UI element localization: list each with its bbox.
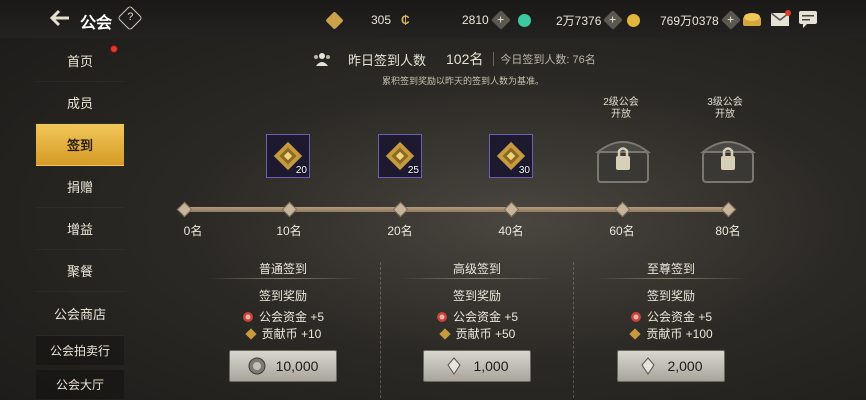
milestone-label: 0名 (183, 224, 203, 238)
resource-jade: 2万7376 + (556, 10, 641, 30)
sidebar-item-donate[interactable]: 捐赠 (36, 166, 124, 208)
sidebar-item-members[interactable]: 成员 (36, 82, 124, 124)
milestone-reward-2[interactable]: 25 (378, 134, 422, 178)
tier-reward-heading: 签到奖励 (452, 289, 501, 303)
locked-chest-icon (595, 141, 651, 183)
gold-coin-icon (627, 13, 641, 27)
notification-dot (110, 45, 118, 53)
silver-coin-icon (248, 357, 266, 375)
milestone-label: 80名 (715, 224, 741, 238)
milestone-node (176, 201, 193, 218)
supreme-checkin-button[interactable]: 2,000 (617, 350, 725, 382)
gold-emblem-icon (325, 10, 344, 30)
yesterday-label: 昨日签到人数 (348, 52, 427, 68)
checkin-progress-track (183, 207, 729, 212)
milestone-node (503, 201, 520, 218)
locked-chest-1[interactable] (592, 130, 654, 188)
milestone-label: 20名 (387, 224, 413, 238)
reward-contribution: 贡献币 +50 (387, 325, 567, 342)
jade-icon (517, 13, 531, 27)
tier-reward-heading: 签到奖励 (258, 289, 307, 303)
milestone-node (614, 201, 631, 218)
reward-contribution: 贡献币 +10 (193, 325, 373, 342)
tier-divider (380, 262, 381, 398)
milestone-reward-1[interactable]: 20 (266, 134, 310, 178)
tier-advanced: 高级签到 签到奖励 公会资金 +5 贡献币 +50 1,000 (387, 260, 567, 382)
guild-funds-icon (242, 311, 253, 322)
add-jade-button[interactable]: + (603, 10, 624, 30)
copper-coin-icon: ₵ (401, 13, 410, 27)
tier-reward-heading: 签到奖励 (646, 289, 695, 303)
sidebar: 首页 成员 签到 捐赠 增益 聚餐 公会商店 公会拍卖行 公会大厅 (36, 40, 124, 400)
resource-emblem: 305 ₵ (325, 10, 410, 30)
today-label: 今日签到人数: 76名 (500, 54, 596, 66)
tier-title: 至尊签到 (646, 262, 695, 276)
add-gold-button[interactable]: + (720, 10, 741, 30)
milestone-node (281, 201, 298, 218)
advanced-checkin-button[interactable]: 1,000 (423, 350, 531, 382)
resource-copper: 2810 + (462, 10, 531, 30)
reward-guild-funds: 公会资金 +5 (193, 308, 373, 325)
milestone-node (720, 201, 737, 218)
milestone-node (392, 201, 409, 218)
chat-icon[interactable] (797, 9, 819, 29)
crystal-icon (447, 357, 462, 375)
sidebar-item-home[interactable]: 首页 (36, 40, 124, 82)
resource-gold: 769万0378 + (660, 10, 741, 30)
sidebar-item-feast[interactable]: 聚餐 (36, 250, 124, 292)
locked-label-1: 2级公会 开放 (603, 97, 639, 120)
tier-divider (573, 262, 574, 398)
mail-icon[interactable] (769, 9, 791, 29)
yesterday-value: 102名 (446, 51, 484, 67)
top-bar: 公会 ? 305 ₵ 2810 + 2万7376 + 769万0378 + (0, 0, 866, 38)
checkin-note: 累积签到奖励以昨天的签到人数为基准。 (382, 76, 545, 86)
sidebar-item-hall[interactable]: 公会大厅 (36, 370, 124, 400)
treasure-icon[interactable] (741, 9, 763, 29)
sidebar-item-shop[interactable]: 公会商店 (36, 292, 124, 336)
milestone-label: 40名 (498, 224, 524, 238)
milestone-label: 60名 (609, 224, 635, 238)
locked-chest-2[interactable] (697, 130, 759, 188)
contribution-coin-icon (629, 327, 641, 340)
contribution-coin-icon (244, 327, 257, 340)
crystal-icon (641, 357, 656, 375)
locked-chest-icon (700, 141, 756, 183)
guild-funds-icon (436, 311, 447, 322)
tier-title: 普通签到 (258, 262, 307, 276)
milestone-label: 10名 (276, 224, 302, 238)
back-arrow-icon[interactable] (48, 8, 72, 28)
sidebar-item-checkin[interactable]: 签到 (36, 124, 124, 166)
reward-contribution: 贡献币 +100 (581, 325, 761, 342)
divider (493, 52, 495, 66)
people-icon (314, 53, 330, 66)
milestone-reward-3[interactable]: 30 (489, 134, 533, 178)
sidebar-item-buff[interactable]: 增益 (36, 208, 124, 250)
normal-checkin-button[interactable]: 10,000 (229, 350, 337, 382)
checkin-count-bar: 昨日签到人数 102名 今日签到人数: 76名 (312, 50, 596, 68)
reward-guild-funds: 公会资金 +5 (387, 308, 567, 325)
page-title: 公会 (80, 15, 113, 32)
add-copper-button[interactable]: + (490, 10, 511, 30)
help-icon[interactable]: ? (117, 5, 143, 31)
guild-funds-icon (630, 311, 641, 322)
tier-normal: 普通签到 签到奖励 公会资金 +5 贡献币 +10 10,000 (193, 260, 373, 382)
tier-title: 高级签到 (452, 262, 501, 276)
sidebar-item-auction[interactable]: 公会拍卖行 (36, 336, 124, 366)
tier-supreme: 至尊签到 签到奖励 公会资金 +5 贡献币 +100 2,000 (581, 260, 761, 382)
reward-guild-funds: 公会资金 +5 (581, 308, 761, 325)
contribution-coin-icon (438, 327, 451, 340)
locked-label-2: 3级公会 开放 (707, 97, 743, 120)
